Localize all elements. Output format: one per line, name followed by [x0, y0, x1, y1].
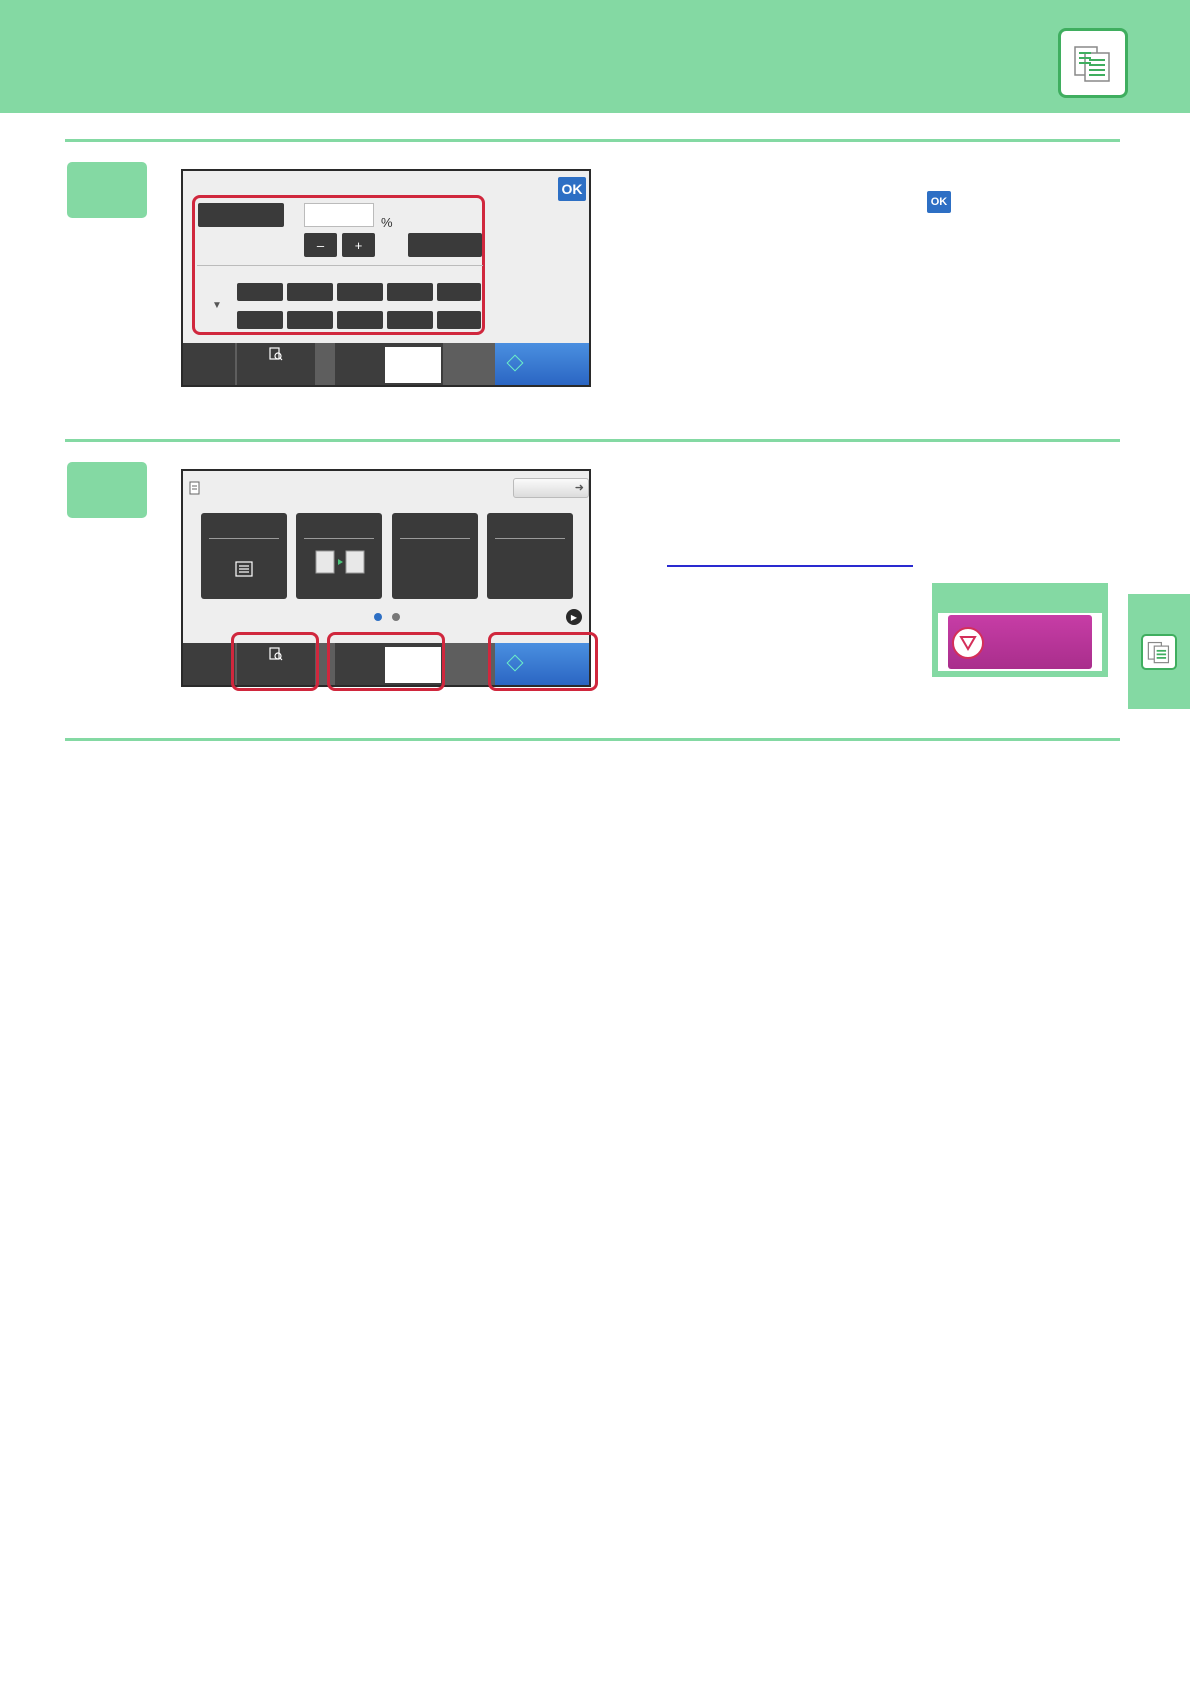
divider: [197, 265, 483, 266]
ratio-button[interactable]: [237, 311, 283, 329]
copy-icon: [1141, 633, 1177, 670]
page-indicator-active: [374, 613, 382, 621]
stop-icon: [952, 627, 984, 659]
arrow-right-icon: ➜: [574, 482, 584, 494]
ratio-button[interactable]: [287, 311, 333, 329]
divider: [495, 538, 565, 539]
ratio-button[interactable]: [337, 311, 383, 329]
action-bar: [183, 343, 589, 385]
other-settings-button[interactable]: ➜: [513, 478, 589, 498]
minus-button[interactable]: –: [304, 233, 337, 257]
action-bar-segment[interactable]: [183, 643, 235, 685]
ok-button[interactable]: OK: [558, 177, 586, 201]
step-badge: [67, 462, 147, 518]
stop-key-box: [932, 583, 1108, 677]
ratio-button[interactable]: [287, 283, 333, 301]
zoom-option-button[interactable]: [408, 233, 482, 257]
function-tile[interactable]: [392, 513, 478, 599]
page-indicator: [392, 613, 400, 621]
highlight-frame-copies: [327, 632, 445, 691]
zoom-preset-button[interactable]: [198, 203, 284, 227]
list-icon: [235, 561, 253, 577]
side-chapter-tab[interactable]: [1128, 594, 1190, 709]
header-band: [0, 0, 1190, 113]
ratio-button[interactable]: [337, 283, 383, 301]
ratio-button[interactable]: [387, 311, 433, 329]
highlight-frame-start: [488, 632, 598, 691]
duplex-icon: [315, 550, 365, 574]
stop-key-panel: [938, 613, 1102, 671]
document-icon: [189, 481, 201, 500]
ok-key-icon: OK: [927, 191, 951, 213]
percent-sign: %: [381, 215, 393, 230]
reference-link[interactable]: [667, 565, 913, 567]
start-icon: [506, 354, 524, 372]
plus-button[interactable]: +: [342, 233, 375, 257]
ratio-button[interactable]: [437, 283, 481, 301]
preview-icon: [269, 347, 283, 361]
divider: [209, 538, 279, 539]
function-tile[interactable]: [487, 513, 573, 599]
ratio-button[interactable]: [387, 283, 433, 301]
ratio-button[interactable]: [437, 311, 481, 329]
preview-button[interactable]: [237, 343, 315, 385]
section-rule: [65, 439, 1120, 442]
section-rule: [65, 139, 1120, 142]
zoom-value-field[interactable]: [304, 203, 374, 227]
section-rule: [65, 738, 1120, 741]
zoom-settings-screen: OK % – + ▼: [181, 169, 591, 387]
copy-icon: [1058, 28, 1128, 98]
next-page-icon[interactable]: ▶: [566, 609, 582, 625]
arrow-down-icon: ▼: [212, 300, 222, 311]
step-badge: [67, 162, 147, 218]
highlight-frame-preview: [231, 632, 319, 691]
start-button[interactable]: [495, 343, 589, 385]
function-tile[interactable]: [296, 513, 382, 599]
ratio-button[interactable]: [237, 283, 283, 301]
stop-button[interactable]: [948, 615, 1092, 669]
divider: [400, 538, 470, 539]
action-bar-segment[interactable]: [183, 343, 235, 385]
divider: [304, 538, 374, 539]
copies-count-field[interactable]: [385, 347, 441, 383]
function-tile[interactable]: [201, 513, 287, 599]
